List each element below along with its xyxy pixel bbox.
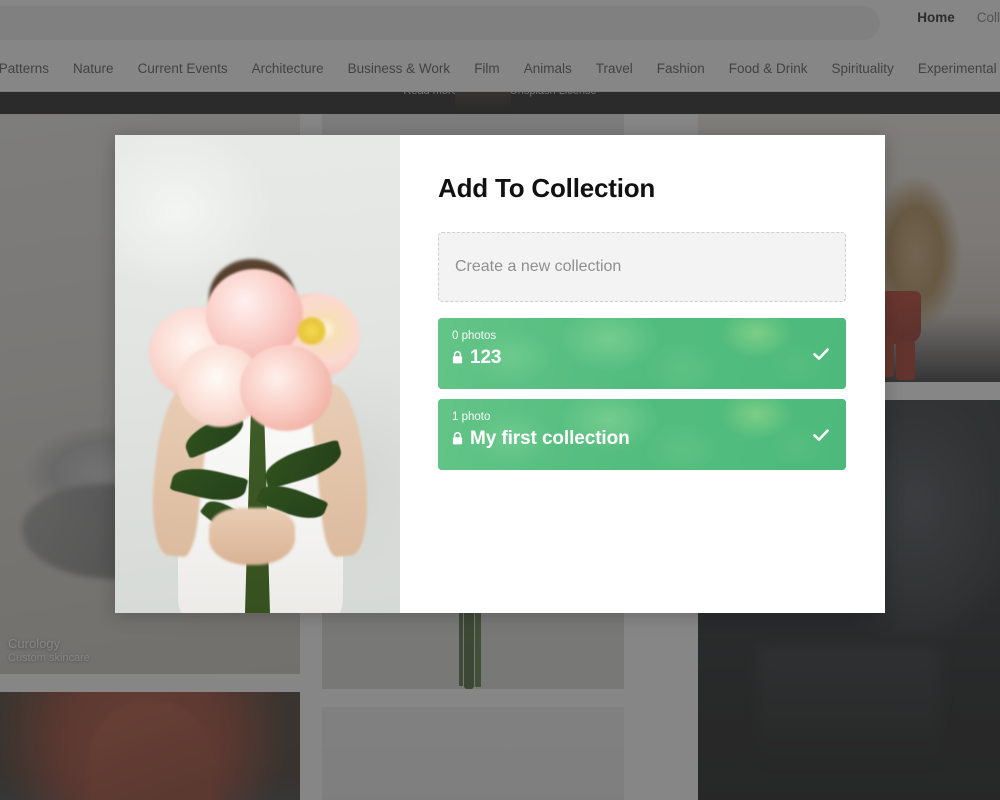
create-new-collection-input[interactable] (438, 232, 846, 302)
check-icon (812, 345, 830, 363)
lock-icon (452, 432, 463, 445)
collection-name: 123 (470, 346, 502, 368)
app-root: Home Coll & Patterns Nature Current Even… (0, 0, 1000, 800)
collection-photo-count: 0 photos (452, 330, 497, 342)
collection-name-line: My first collection (452, 428, 832, 450)
preview-hands (209, 507, 295, 566)
collection-row-content: 0 photos 123 (438, 318, 846, 381)
collection-photo-count: 1 photo (452, 411, 491, 423)
lock-icon (452, 351, 463, 364)
collection-list: 0 photos 123 1 photo My first collection (438, 318, 847, 470)
modal-title: Add To Collection (438, 173, 656, 203)
collection-name-line: 123 (452, 347, 832, 369)
collection-row-my-first-collection[interactable]: 1 photo My first collection (438, 399, 846, 470)
add-to-collection-modal: Add To Collection 0 photos (115, 135, 885, 613)
collection-row-content: 1 photo My first collection (438, 399, 846, 462)
check-icon (812, 426, 830, 444)
modal-body: Add To Collection 0 photos (400, 135, 885, 613)
peony-preview-image (115, 135, 400, 613)
preview-peony-bloom (240, 345, 332, 432)
modal-photo-preview (115, 135, 400, 613)
preview-flower-center (297, 316, 326, 346)
collection-row-123[interactable]: 0 photos 123 (438, 318, 846, 389)
collection-name: My first collection (470, 427, 630, 449)
